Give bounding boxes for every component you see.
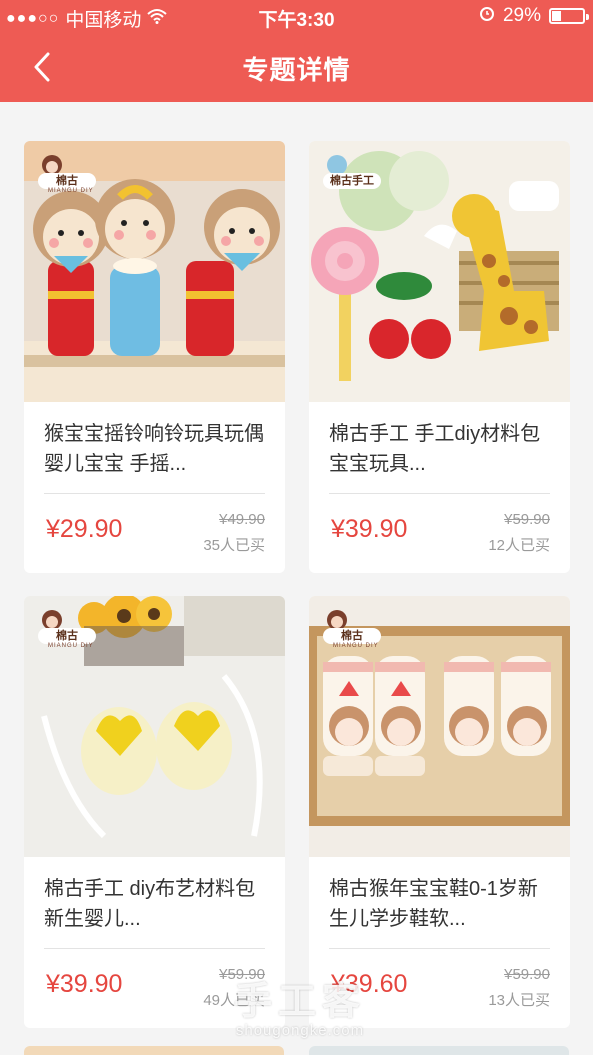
brand-logo: 棉古 MIANGU DIY <box>323 610 381 650</box>
product-card-partial[interactable] <box>24 1046 284 1055</box>
product-name: 猴宝宝摇铃响铃玩具玩偶婴儿宝宝 手摇... <box>44 423 264 475</box>
product-card[interactable]: 棉古手工 棉古手工 手工diy材料包宝宝玩具... ¥39.90 ¥59.90 … <box>309 141 570 573</box>
battery-icon <box>549 8 589 24</box>
product-card[interactable]: 棉古 MIANGU DIY 棉古手工 diy布艺材料包新生婴儿... ¥39.9… <box>24 596 285 1028</box>
product-price: ¥29.90 <box>46 515 123 543</box>
divider <box>44 948 265 949</box>
page-title: 专题详情 <box>242 55 351 85</box>
product-image: 棉古 MIANGU DIY <box>24 596 285 857</box>
watermark: 手工客 shougongke.com <box>233 981 366 1039</box>
product-price: ¥39.90 <box>331 515 408 543</box>
brand-logo: 棉古 MIANGU DIY <box>38 610 96 650</box>
product-card[interactable]: 棉古 MIANGU DIY 棉古猴年宝宝鞋0-1岁新生儿学步鞋软... ¥39.… <box>309 596 570 1028</box>
divider <box>329 493 550 494</box>
original-price: ¥59.90 <box>504 511 550 528</box>
product-name: 棉古手工 手工diy材料包宝宝玩具... <box>329 423 541 475</box>
alarm-icon <box>479 5 495 27</box>
divider <box>329 948 550 949</box>
product-price: ¥39.90 <box>46 970 123 998</box>
battery-percent: 29% <box>502 5 541 26</box>
product-card-partial[interactable] <box>309 1046 569 1055</box>
divider <box>44 493 265 494</box>
product-card[interactable]: 棉古 MIANGU DIY 猴宝宝摇铃响铃玩具玩偶婴儿宝宝 手摇... ¥29.… <box>24 141 285 573</box>
product-name: 棉古手工 diy布艺材料包新生婴儿... <box>44 878 256 930</box>
original-price: ¥49.90 <box>219 511 265 528</box>
top-bar: ●●●○○ 中国移动 下午3:30 29% 专题详情 <box>0 0 593 102</box>
product-image: 棉古 MIANGU DIY <box>24 141 285 402</box>
product-image: 棉古 MIANGU DIY <box>309 596 570 857</box>
brand-logo: 棉古 MIANGU DIY <box>38 155 96 195</box>
sold-count: 12人已买 <box>488 537 550 554</box>
original-price: ¥59.90 <box>504 966 550 983</box>
status-bar: ●●●○○ 中国移动 下午3:30 29% <box>0 0 593 34</box>
brand-logo: 棉古手工 <box>323 155 381 195</box>
product-image: 棉古手工 <box>309 141 570 402</box>
navigation-bar: 专题详情 <box>0 36 593 98</box>
product-name: 棉古猴年宝宝鞋0-1岁新生儿学步鞋软... <box>329 878 538 930</box>
sold-count: 35人已买 <box>203 537 265 554</box>
sold-count: 13人已买 <box>488 992 550 1009</box>
